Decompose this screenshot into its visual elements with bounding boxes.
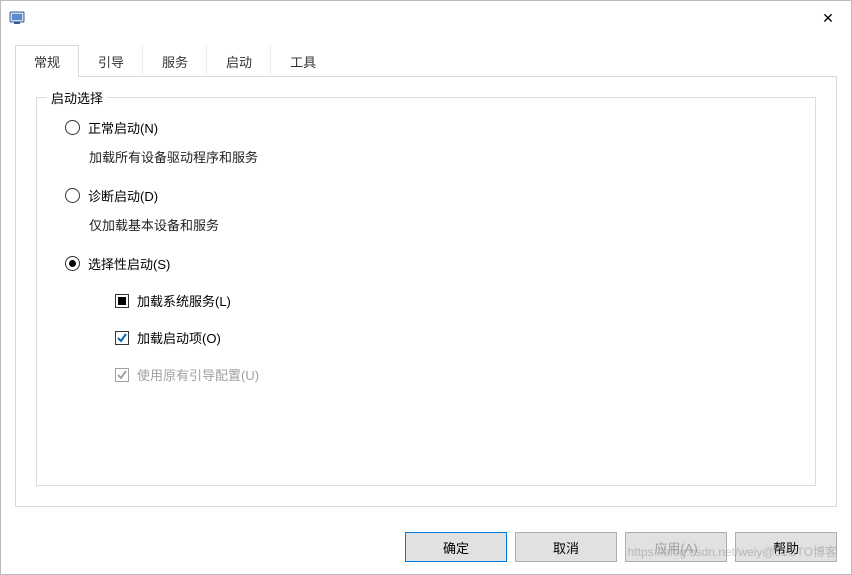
option-diagnostic-startup: 诊断启动(D) 仅加载基本设备和服务 bbox=[65, 186, 795, 234]
startup-selection-group: 启动选择 正常启动(N) 加载所有设备驱动程序和服务 诊断启动(D) 仅加载基本… bbox=[36, 97, 816, 486]
ok-button[interactable]: 确定 bbox=[405, 532, 507, 562]
title-bar: ✕ bbox=[1, 1, 851, 35]
radio-label: 诊断启动(D) bbox=[88, 186, 158, 205]
tab-services[interactable]: 服务 bbox=[143, 45, 207, 77]
sub-load-startup-items: 加载启动项(O) bbox=[115, 328, 795, 347]
checkbox-use-original-boot-config bbox=[115, 368, 129, 382]
tab-general[interactable]: 常规 bbox=[15, 45, 79, 77]
tab-tools[interactable]: 工具 bbox=[271, 45, 334, 77]
help-button[interactable]: 帮助 bbox=[735, 532, 837, 562]
radio-diagnostic-startup[interactable] bbox=[65, 188, 80, 203]
radio-label: 选择性启动(S) bbox=[88, 254, 170, 273]
option-selective-startup: 选择性启动(S) 加载系统服务(L) 加载启动项(O) bbox=[65, 254, 795, 384]
sub-load-system-services: 加载系统服务(L) bbox=[115, 291, 795, 310]
dialog-content: 常规 引导 服务 启动 工具 启动选择 正常启动(N) 加载所有设备驱动程序和服… bbox=[1, 35, 851, 507]
option-desc: 加载所有设备驱动程序和服务 bbox=[89, 147, 795, 166]
close-icon: ✕ bbox=[822, 10, 834, 27]
option-normal-startup: 正常启动(N) 加载所有设备驱动程序和服务 bbox=[65, 118, 795, 166]
checkbox-load-startup-items[interactable] bbox=[115, 331, 129, 345]
tab-strip: 常规 引导 服务 启动 工具 bbox=[15, 45, 837, 77]
radio-selective-startup[interactable] bbox=[65, 256, 80, 271]
tab-boot[interactable]: 引导 bbox=[79, 45, 143, 77]
cancel-button[interactable]: 取消 bbox=[515, 532, 617, 562]
close-button[interactable]: ✕ bbox=[805, 2, 851, 34]
app-icon bbox=[9, 9, 27, 27]
checkbox-load-system-services[interactable] bbox=[115, 294, 129, 308]
checkbox-label: 加载系统服务(L) bbox=[137, 291, 231, 310]
dialog-button-bar: 确定 取消 应用(A) 帮助 bbox=[405, 532, 837, 562]
tab-startup[interactable]: 启动 bbox=[207, 45, 271, 77]
apply-button[interactable]: 应用(A) bbox=[625, 532, 727, 562]
group-title: 启动选择 bbox=[47, 88, 107, 107]
tab-page-general: 启动选择 正常启动(N) 加载所有设备驱动程序和服务 诊断启动(D) 仅加载基本… bbox=[15, 77, 837, 507]
checkbox-label: 使用原有引导配置(U) bbox=[137, 365, 259, 384]
option-desc: 仅加载基本设备和服务 bbox=[89, 215, 795, 234]
checkbox-label: 加载启动项(O) bbox=[137, 328, 221, 347]
radio-label: 正常启动(N) bbox=[88, 118, 158, 137]
selective-sub-options: 加载系统服务(L) 加载启动项(O) 使用原有引导配置(U) bbox=[115, 291, 795, 384]
sub-use-original-boot-config: 使用原有引导配置(U) bbox=[115, 365, 795, 384]
radio-normal-startup[interactable] bbox=[65, 120, 80, 135]
